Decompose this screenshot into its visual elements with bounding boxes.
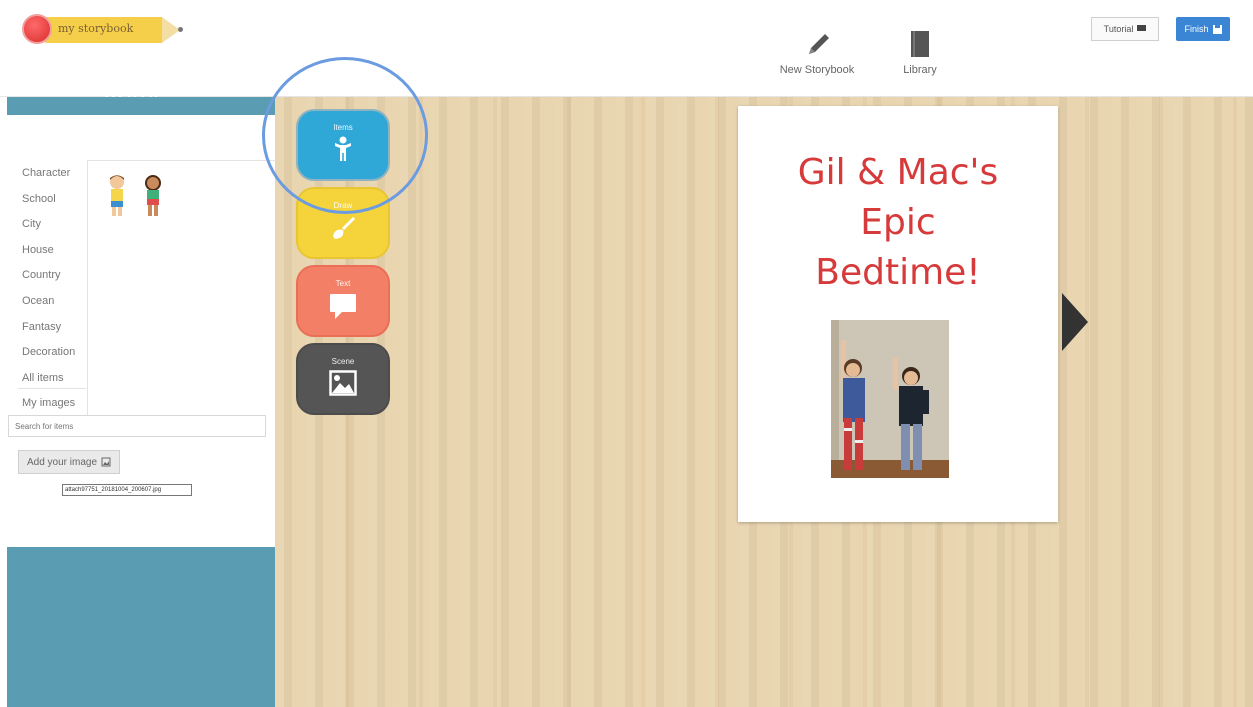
highlight-annotation-circle	[262, 57, 428, 214]
uploaded-filename: attach97751_20181004_200607.jpg	[62, 484, 192, 496]
picture-icon	[329, 370, 357, 396]
image-file-icon	[101, 457, 111, 467]
logo-text: my storybook	[58, 22, 134, 35]
category-divider	[18, 388, 86, 389]
top-bar: my storybook New Storybook Library Tutor…	[0, 0, 1253, 97]
save-icon	[1212, 24, 1222, 34]
text-tool-label: Text	[335, 279, 351, 288]
tutorial-button[interactable]: Tutorial	[1091, 17, 1159, 41]
storybook-page[interactable]: Gil & Mac's Epic Bedtime!	[738, 106, 1058, 522]
category-city[interactable]: City	[22, 214, 75, 240]
new-storybook-button[interactable]: New Storybook	[772, 28, 862, 76]
pencil-icon	[809, 34, 829, 54]
text-tool-button[interactable]: Text	[296, 265, 390, 337]
girl-character-icon[interactable]	[142, 173, 164, 219]
page-photo[interactable]	[831, 320, 949, 478]
flag-icon	[1137, 25, 1147, 31]
add-your-image-label: Add your image	[26, 456, 98, 468]
scene-tool-label: Scene	[331, 357, 355, 366]
page-title-line-3: Bedtime!	[815, 252, 981, 293]
items-heading: Items	[103, 82, 167, 97]
my-storybook-logo[interactable]: my storybook	[18, 12, 183, 48]
category-fantasy[interactable]: Fantasy	[22, 317, 75, 343]
add-your-image-button[interactable]: Add your image	[18, 450, 120, 474]
boy-character-icon[interactable]	[106, 173, 128, 219]
logo-eraser	[22, 14, 52, 44]
category-country[interactable]: Country	[22, 265, 75, 291]
category-all-items[interactable]: All items	[22, 368, 75, 394]
category-house[interactable]: House	[22, 240, 75, 266]
items-grid	[87, 160, 275, 415]
category-list: Character School City House Country Ocea…	[22, 163, 75, 419]
scene-tool-button[interactable]: Scene	[296, 343, 390, 415]
paintbrush-icon	[333, 217, 355, 239]
page-title-line-2: Epic	[860, 202, 936, 243]
speech-bubble-icon	[330, 294, 356, 319]
category-character[interactable]: Character	[22, 163, 75, 189]
search-items-input[interactable]	[8, 415, 266, 437]
tutorial-label: Tutorial	[1103, 24, 1134, 34]
page-title-line-1: Gil & Mac's	[797, 152, 999, 193]
library-button[interactable]: Library	[895, 28, 945, 76]
category-decoration[interactable]: Decoration	[22, 342, 75, 368]
logo-pencil-lead	[178, 27, 183, 32]
next-page-arrow[interactable]	[1062, 293, 1088, 351]
finish-button[interactable]: Finish	[1176, 17, 1230, 41]
new-storybook-label: New Storybook	[779, 64, 855, 76]
page-title-text[interactable]: Gil & Mac's Epic Bedtime!	[738, 148, 1058, 298]
library-label: Library	[903, 64, 937, 76]
book-icon	[911, 31, 929, 57]
finish-label: Finish	[1184, 24, 1209, 34]
category-ocean[interactable]: Ocean	[22, 291, 75, 317]
photo-of-two-kids	[831, 320, 949, 478]
category-school[interactable]: School	[22, 189, 75, 215]
